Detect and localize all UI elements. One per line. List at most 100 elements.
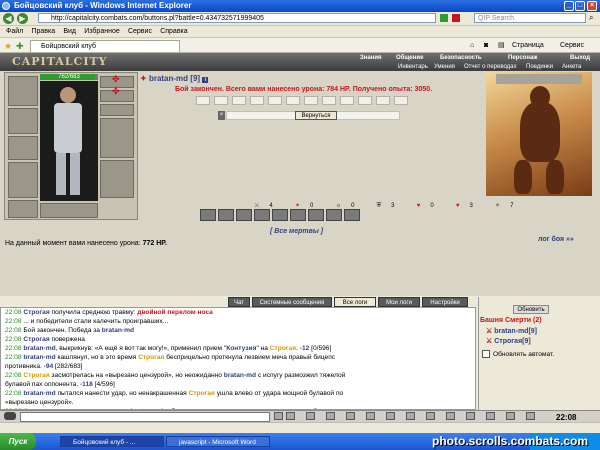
nav-inventory[interactable]: Инвентарь <box>398 64 428 70</box>
stop-icon[interactable] <box>452 14 460 22</box>
menu-view[interactable]: Вид <box>63 26 76 37</box>
map-icon[interactable] <box>466 412 475 420</box>
nav-knowledge[interactable]: Знания <box>360 55 382 61</box>
tab-combats[interactable]: Бойцовский клуб <box>30 40 180 52</box>
tab-all-logs[interactable]: Все логи <box>334 297 376 307</box>
pocket-slots[interactable] <box>40 203 98 218</box>
home-icon[interactable]: ⌂ <box>470 40 474 51</box>
smile-icon[interactable] <box>306 412 315 420</box>
action-5[interactable] <box>272 209 288 221</box>
address-input[interactable]: http://capitalcity.combats.com/buttons.p… <box>38 13 436 23</box>
chat-text: [282/683] <box>53 363 83 370</box>
refresh-button[interactable]: Обновить <box>513 305 549 314</box>
page-menu[interactable]: Страница <box>512 40 544 51</box>
tab-settings[interactable]: Настройки <box>422 297 468 307</box>
nav-fights[interactable]: Поединки <box>526 64 553 70</box>
action-4[interactable] <box>254 209 270 221</box>
nav-transfers[interactable]: Отчет о переводах <box>464 64 517 70</box>
nav-communication[interactable]: Общение <box>396 55 423 61</box>
menu-favorites[interactable]: Избранное <box>84 26 119 37</box>
friends-icon[interactable] <box>386 412 395 420</box>
chat-nick[interactable]: Строгая <box>23 372 49 379</box>
chat-nick[interactable]: bratan-md <box>23 354 55 361</box>
forward-icon[interactable]: ▶ <box>17 13 28 24</box>
nav-profile[interactable]: Анкета <box>562 64 581 70</box>
close-icon[interactable]: × <box>587 1 597 11</box>
task-word[interactable]: javascript - Microsoft Word <box>166 436 270 447</box>
return-button[interactable]: Вернуться <box>295 111 337 120</box>
chat-nick[interactable]: Строгая <box>189 390 215 397</box>
mail-icon[interactable] <box>406 412 415 420</box>
chat-nick[interactable]: Контузия <box>226 345 256 352</box>
chat-mode-icon[interactable] <box>4 412 16 420</box>
menu-help[interactable]: Справка <box>160 26 187 37</box>
menu-file[interactable]: Файл <box>6 26 23 37</box>
tools-menu[interactable]: Сервис <box>560 40 584 51</box>
gloves-slot[interactable] <box>8 162 38 198</box>
tab-chat[interactable]: Чат <box>228 297 250 307</box>
belt-slot[interactable] <box>8 200 38 218</box>
settings-icon[interactable] <box>426 412 435 420</box>
chat-input[interactable] <box>20 412 270 422</box>
clear-icon[interactable] <box>286 412 295 420</box>
maximize-icon[interactable]: □ <box>575 1 585 11</box>
start-button[interactable]: Пуск <box>0 433 36 450</box>
help-icon[interactable] <box>446 412 455 420</box>
menu-tools[interactable]: Сервис <box>128 26 152 37</box>
player-name[interactable]: bratan-md <box>149 74 188 83</box>
player-list-item[interactable]: ⚔ bratan-md[9] <box>486 327 537 335</box>
battle-log-link[interactable]: лог боя »» <box>538 236 574 243</box>
go-icon[interactable] <box>440 14 448 22</box>
ring-slot[interactable] <box>100 104 134 116</box>
action-3[interactable] <box>236 209 252 221</box>
info-icon[interactable]: i <box>202 77 209 83</box>
nav-skills[interactable]: Умения <box>434 64 455 70</box>
sound-icon[interactable] <box>366 412 375 420</box>
chat-nick[interactable]: Строгая <box>23 336 49 343</box>
favorites-star-icon[interactable]: ★ <box>4 41 12 52</box>
auto-update-toggle[interactable]: Обновлять автомат. <box>482 350 554 358</box>
chat-nick[interactable]: Строгая <box>23 309 49 316</box>
nav-exit[interactable]: Выход <box>570 55 590 61</box>
search-input[interactable]: QIP Search <box>474 13 586 23</box>
task-ie[interactable]: Бойцовский клуб - ... <box>60 436 164 447</box>
armor-slot[interactable] <box>8 136 38 160</box>
exit-icon[interactable] <box>526 412 535 420</box>
back-icon[interactable]: ◀ <box>3 13 14 24</box>
chat-nick[interactable]: Строгая <box>138 354 164 361</box>
tab-my-logs[interactable]: Мои логи <box>378 297 420 307</box>
feeds-icon[interactable]: ◙ <box>484 40 488 51</box>
action-2[interactable] <box>218 209 234 221</box>
nav-character[interactable]: Персонаж <box>508 55 538 61</box>
action-1[interactable] <box>200 209 216 221</box>
chat-nick[interactable]: bratan-md <box>224 372 256 379</box>
action-7[interactable] <box>308 209 324 221</box>
minimize-icon[interactable]: _ <box>564 1 574 11</box>
auto-update-checkbox[interactable] <box>482 350 490 358</box>
action-8[interactable] <box>326 209 342 221</box>
quest-icon[interactable] <box>486 412 495 420</box>
translit-icon[interactable] <box>346 412 355 420</box>
shield-slot[interactable] <box>100 118 134 158</box>
player-list-item[interactable]: ⚔ Строгая[9] <box>486 337 531 345</box>
send-icon[interactable] <box>274 412 283 420</box>
all-dead-link[interactable]: [ Все мертвы ] <box>270 228 323 235</box>
chat-nick[interactable]: bratan-md <box>102 327 134 334</box>
chat-nick[interactable]: bratan-md <box>23 390 55 397</box>
search-icon[interactable]: ⌕ <box>589 14 597 22</box>
tab-system[interactable]: Системные сообщения <box>252 297 332 307</box>
weapon-slot[interactable] <box>8 108 38 134</box>
helmet-slot[interactable] <box>8 76 38 106</box>
inventory-icon[interactable] <box>506 412 515 420</box>
chat-nick[interactable]: Строгая <box>270 345 296 352</box>
action-6[interactable] <box>290 209 306 221</box>
action-9[interactable] <box>344 209 360 221</box>
filter-icon[interactable] <box>326 412 335 420</box>
add-favorite-icon[interactable]: ✚ <box>16 41 24 52</box>
align-icon: ✤ <box>112 86 120 96</box>
menu-edit[interactable]: Правка <box>31 26 55 37</box>
nav-security[interactable]: Безопасность <box>440 55 482 61</box>
chat-nick[interactable]: bratan-md <box>23 345 55 352</box>
boots-slot[interactable] <box>100 160 134 198</box>
print-icon[interactable]: ▤ <box>498 40 505 51</box>
